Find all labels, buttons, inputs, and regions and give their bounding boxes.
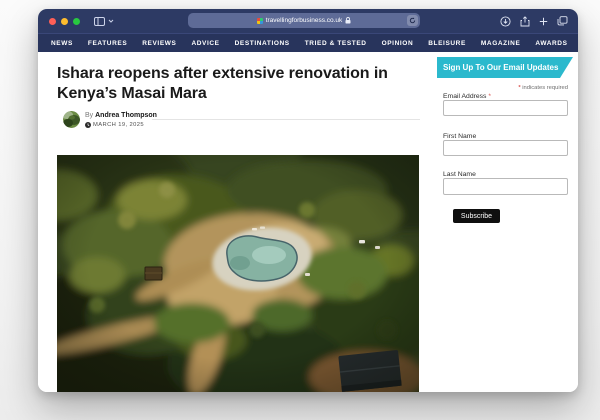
nav-item-opinion[interactable]: OPINION xyxy=(382,40,414,47)
publish-date: MARCH 19, 2025 xyxy=(93,122,144,128)
required-note: * indicates required xyxy=(443,85,568,91)
nav-item-magazine[interactable]: MAGAZINE xyxy=(481,40,520,47)
toolbar-left xyxy=(94,17,114,26)
nav-item-news[interactable]: NEWS xyxy=(51,40,73,47)
email-field[interactable] xyxy=(443,100,568,116)
signup-header-label: Sign Up To Our Email Updates xyxy=(443,63,558,72)
byline-prefix: By xyxy=(85,112,93,119)
site-favicon xyxy=(257,18,263,24)
new-tab-icon[interactable] xyxy=(539,17,548,26)
author-link[interactable]: Andrea Thompson xyxy=(95,112,157,119)
first-name-label: First Name xyxy=(443,133,476,140)
toolbar-right xyxy=(500,9,568,33)
last-name-label: Last Name xyxy=(443,171,476,178)
clock-icon xyxy=(85,122,91,128)
byline-divider xyxy=(152,119,420,120)
downloads-icon[interactable] xyxy=(500,16,511,27)
tabs-overview-icon[interactable] xyxy=(557,16,568,26)
address-url: travellingforbusiness.co.uk xyxy=(266,17,343,24)
first-name-field[interactable] xyxy=(443,140,568,156)
reload-icon[interactable] xyxy=(407,15,418,26)
required-note-star: * xyxy=(518,85,520,91)
sidebar-toggle-icon[interactable] xyxy=(94,17,105,26)
minimize-button[interactable] xyxy=(61,18,68,25)
nav-item-awards[interactable]: AWARDS xyxy=(535,40,567,47)
nav-item-reviews[interactable]: REVIEWS xyxy=(142,40,176,47)
site-navigation: NEWS FEATURES REVIEWS ADVICE DESTINATION… xyxy=(38,33,578,52)
byline: By Andrea Thompson MARCH 19, 2025 xyxy=(63,111,157,128)
expand-button[interactable] xyxy=(73,18,80,25)
signup-header: Sign Up To Our Email Updates xyxy=(437,57,573,78)
nav-item-bleisure[interactable]: BLEISURE xyxy=(428,40,466,47)
email-required-star: * xyxy=(488,93,491,100)
nav-item-advice[interactable]: ADVICE xyxy=(191,40,219,47)
page-content: Ishara reopens after extensive renovatio… xyxy=(38,52,578,392)
author-avatar xyxy=(63,111,80,128)
close-button[interactable] xyxy=(49,18,56,25)
required-note-text: indicates required xyxy=(522,85,568,91)
nav-item-tried-tested[interactable]: TRIED & TESTED xyxy=(305,40,367,47)
nav-item-destinations[interactable]: DESTINATIONS xyxy=(235,40,290,47)
author-row: By Andrea Thompson xyxy=(85,112,157,119)
subscribe-button[interactable]: Subscribe xyxy=(453,209,500,223)
article-title: Ishara reopens after extensive renovatio… xyxy=(57,64,442,105)
nav-item-features[interactable]: FEATURES xyxy=(88,40,127,47)
window-controls xyxy=(49,18,80,25)
share-icon[interactable] xyxy=(520,16,530,27)
address-bar[interactable]: travellingforbusiness.co.uk xyxy=(188,13,420,28)
hero-image xyxy=(57,155,419,392)
last-name-field[interactable] xyxy=(443,178,568,195)
lock-icon xyxy=(345,17,351,24)
publish-date-row: MARCH 19, 2025 xyxy=(85,122,157,128)
browser-window: travellingforbusiness.co.uk xyxy=(38,9,578,392)
desktop-background: travellingforbusiness.co.uk xyxy=(0,0,600,420)
chevron-down-icon[interactable] xyxy=(108,19,114,23)
email-label: Email Address * xyxy=(443,93,491,100)
browser-titlebar: travellingforbusiness.co.uk xyxy=(38,9,578,33)
